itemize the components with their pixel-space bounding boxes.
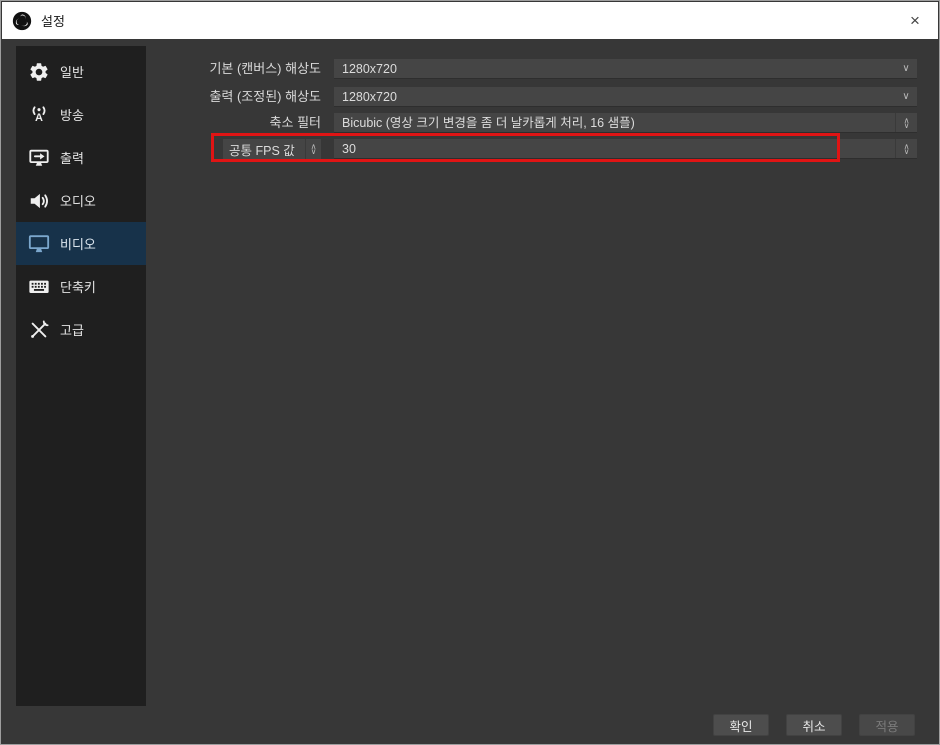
fps-value-spinbox[interactable]: 30 ∧ ∨	[334, 139, 917, 159]
broadcast-icon: A	[27, 103, 51, 127]
svg-text:A: A	[35, 111, 43, 123]
obs-logo-icon	[12, 11, 32, 31]
video-icon	[27, 232, 51, 256]
cancel-button[interactable]: 취소	[786, 714, 842, 736]
label-base-resolution: 기본 (캔버스) 해상도	[156, 59, 321, 79]
sidebar-item-output[interactable]: 출력	[16, 136, 146, 179]
output-resolution-combobox[interactable]: 1280x720 ∨	[334, 87, 917, 107]
base-resolution-value: 1280x720	[342, 59, 895, 79]
label-downscale-filter: 축소 필터	[156, 113, 321, 133]
sidebar-item-video[interactable]: 비디오	[16, 222, 146, 265]
sidebar-item-audio[interactable]: 오디오	[16, 179, 146, 222]
sidebar-item-label: 일반	[60, 62, 84, 81]
settings-sidebar: 일반 A 방송 출력	[16, 46, 146, 706]
ok-button[interactable]: 확인	[713, 714, 769, 736]
spinner-arrows-icon[interactable]: ∧ ∨	[305, 139, 321, 159]
base-resolution-combobox[interactable]: 1280x720 ∨	[334, 59, 917, 79]
tools-icon	[27, 318, 51, 342]
output-icon	[27, 146, 51, 170]
sidebar-item-label: 출력	[60, 148, 84, 167]
audio-icon	[27, 189, 51, 213]
keyboard-icon	[27, 275, 51, 299]
fps-type-value: 공통 FPS 값	[229, 140, 305, 159]
dialog-title: 설정	[41, 11, 65, 30]
downscale-filter-combobox[interactable]: Bicubic (영상 크기 변경을 좀 더 날카롭게 처리, 16 샘플) ∧…	[334, 113, 917, 133]
label-output-resolution: 출력 (조정된) 해상도	[156, 87, 321, 107]
close-button[interactable]: ×	[892, 2, 938, 39]
sidebar-item-label: 방송	[60, 105, 84, 124]
chevron-down-icon[interactable]: ∨	[895, 87, 917, 107]
spin-down-icon[interactable]: ∨	[904, 123, 910, 128]
sidebar-item-label: 고급	[60, 320, 84, 339]
spinner-arrows-icon[interactable]: ∧ ∨	[895, 139, 917, 158]
sidebar-item-stream[interactable]: A 방송	[16, 93, 146, 136]
spin-down-icon[interactable]: ∨	[311, 149, 317, 154]
gear-icon	[27, 60, 51, 84]
output-resolution-value: 1280x720	[342, 87, 895, 107]
chevron-down-icon[interactable]: ∨	[895, 59, 917, 79]
sidebar-item-advanced[interactable]: 고급	[16, 308, 146, 351]
sidebar-item-label: 오디오	[60, 191, 96, 210]
spinner-arrows-icon[interactable]: ∧ ∨	[895, 113, 917, 132]
fps-value: 30	[342, 139, 895, 159]
apply-button[interactable]: 적용	[859, 714, 915, 736]
downscale-filter-value: Bicubic (영상 크기 변경을 좀 더 날카롭게 처리, 16 샘플)	[342, 113, 895, 133]
sidebar-item-label: 비디오	[60, 234, 96, 253]
title-bar: 설정 ×	[2, 2, 938, 39]
spin-down-icon[interactable]: ∨	[904, 149, 910, 154]
fps-type-combobox[interactable]: 공통 FPS 값 ∧ ∨	[223, 139, 321, 160]
sidebar-item-general[interactable]: 일반	[16, 50, 146, 93]
sidebar-item-hotkeys[interactable]: 단축키	[16, 265, 146, 308]
settings-dialog: 설정 × 일반 A 방송	[0, 0, 940, 745]
sidebar-item-label: 단축키	[60, 277, 96, 296]
